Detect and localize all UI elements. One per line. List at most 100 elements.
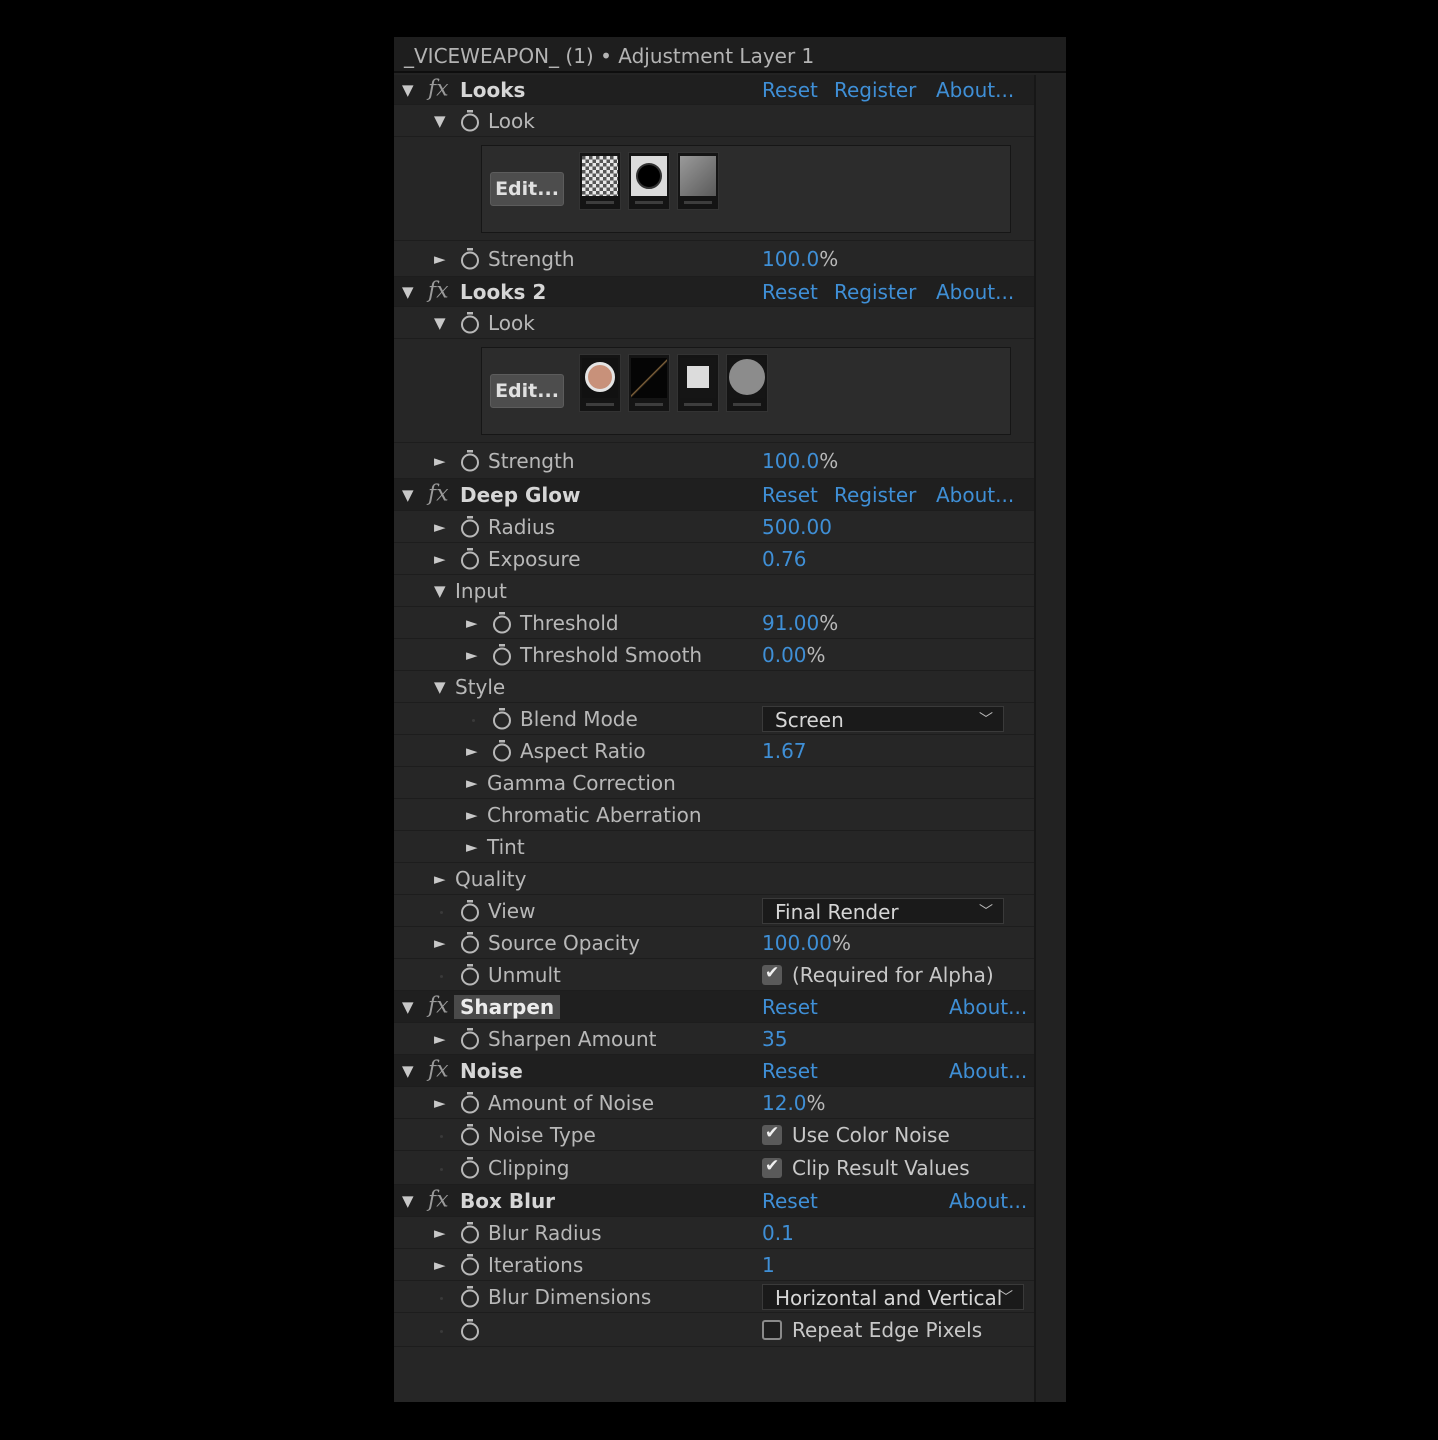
group-label[interactable]: Quality [455, 867, 526, 891]
stopwatch-icon[interactable] [460, 899, 480, 922]
param-value[interactable]: 100.0% [762, 449, 838, 473]
group-label[interactable]: Gamma Correction [487, 771, 676, 795]
checkbox-label[interactable]: Repeat Edge Pixels [792, 1318, 982, 1342]
twirl-open-icon[interactable]: ▼ [402, 998, 414, 1016]
twirl-closed-icon[interactable]: ► [434, 550, 446, 568]
fx-icon[interactable]: fx [428, 993, 449, 1018]
twirl-closed-icon[interactable]: ► [466, 774, 478, 792]
twirl-open-icon[interactable]: ▼ [402, 81, 414, 99]
fx-icon[interactable]: fx [428, 1057, 449, 1082]
checkbox-label[interactable]: (Required for Alpha) [792, 963, 994, 987]
stopwatch-icon[interactable] [492, 707, 512, 730]
param-value[interactable]: 100.0% [762, 247, 838, 271]
fx-icon[interactable]: fx [428, 481, 449, 506]
twirl-closed-icon[interactable]: ► [434, 1030, 446, 1048]
twirl-closed-icon[interactable]: ► [434, 250, 446, 268]
twirl-open-icon[interactable]: ▼ [402, 283, 414, 301]
look-thumbnail-checker[interactable] [579, 152, 621, 210]
stopwatch-icon[interactable] [460, 1318, 480, 1341]
group-label[interactable]: Input [455, 579, 507, 603]
register-link[interactable]: Register [834, 483, 916, 507]
stopwatch-icon[interactable] [460, 449, 480, 472]
edit-look-button[interactable]: Edit... [490, 172, 564, 206]
fx-icon[interactable]: fx [428, 278, 449, 303]
stopwatch-icon[interactable] [460, 963, 480, 986]
about-link[interactable]: About... [949, 1189, 1027, 1213]
param-value[interactable]: 0.76 [762, 547, 807, 571]
effect-name[interactable]: Sharpen [454, 994, 561, 1019]
twirl-closed-icon[interactable]: ► [434, 1094, 446, 1112]
stopwatch-icon[interactable] [460, 931, 480, 954]
reset-link[interactable]: Reset [762, 1189, 818, 1213]
clip-result-checkbox[interactable]: ✔ [762, 1156, 782, 1178]
twirl-closed-icon[interactable]: ► [434, 1256, 446, 1274]
twirl-open-icon[interactable]: ▼ [434, 678, 446, 696]
twirl-closed-icon[interactable]: ► [466, 614, 478, 632]
look-thumbnail-vignette[interactable] [628, 152, 670, 210]
checkbox-label[interactable]: Use Color Noise [792, 1123, 950, 1147]
param-value[interactable]: 35 [762, 1027, 787, 1051]
twirl-closed-icon[interactable]: ► [466, 646, 478, 664]
look-thumbnail-square[interactable] [677, 354, 719, 412]
stopwatch-icon[interactable] [460, 1123, 480, 1146]
twirl-closed-icon[interactable]: ► [434, 934, 446, 952]
fx-icon[interactable]: fx [428, 76, 449, 101]
twirl-closed-icon[interactable]: ► [434, 452, 446, 470]
param-value[interactable]: 1.67 [762, 739, 807, 763]
view-dropdown[interactable]: Final Render ﹀ [762, 897, 1004, 924]
unmult-checkbox[interactable]: ✔ [762, 963, 782, 985]
param-value[interactable]: 91.00% [762, 611, 838, 635]
about-link[interactable]: About... [936, 280, 1014, 304]
blend-mode-dropdown[interactable]: Screen ﹀ [762, 705, 1004, 732]
about-link[interactable]: About... [949, 1059, 1027, 1083]
twirl-open-icon[interactable]: ▼ [402, 1062, 414, 1080]
stopwatch-icon[interactable] [460, 1091, 480, 1114]
effect-name[interactable]: Looks [460, 78, 525, 102]
twirl-closed-icon[interactable]: ► [466, 838, 478, 856]
param-value[interactable]: 0.00% [762, 643, 826, 667]
fx-icon[interactable]: fx [428, 1187, 449, 1212]
twirl-closed-icon[interactable]: ► [434, 518, 446, 536]
stopwatch-icon[interactable] [460, 1156, 480, 1179]
stopwatch-icon[interactable] [460, 1253, 480, 1276]
look-thumbnail-gradient[interactable] [677, 152, 719, 210]
checkbox-label[interactable]: Clip Result Values [792, 1156, 970, 1180]
about-link[interactable]: About... [949, 995, 1027, 1019]
effect-name[interactable]: Noise [460, 1059, 523, 1083]
param-value[interactable]: 100.00% [762, 931, 851, 955]
register-link[interactable]: Register [834, 78, 916, 102]
stopwatch-icon[interactable] [492, 643, 512, 666]
stopwatch-icon[interactable] [460, 109, 480, 132]
twirl-open-icon[interactable]: ▼ [434, 314, 446, 332]
twirl-open-icon[interactable]: ▼ [434, 112, 446, 130]
stopwatch-icon[interactable] [460, 1285, 480, 1308]
twirl-closed-icon[interactable]: ► [434, 870, 446, 888]
repeat-edge-checkbox[interactable] [762, 1319, 782, 1340]
stopwatch-icon[interactable] [460, 515, 480, 538]
look-thumbnail-streak[interactable] [628, 354, 670, 412]
register-link[interactable]: Register [834, 280, 916, 304]
effect-name[interactable]: Box Blur [460, 1189, 555, 1213]
twirl-closed-icon[interactable]: ► [466, 742, 478, 760]
twirl-closed-icon[interactable]: ► [466, 806, 478, 824]
look-thumbnail-skin[interactable] [579, 354, 621, 412]
twirl-open-icon[interactable]: ▼ [402, 486, 414, 504]
scrollbar[interactable] [1034, 75, 1066, 1402]
reset-link[interactable]: Reset [762, 995, 818, 1019]
twirl-open-icon[interactable]: ▼ [402, 1192, 414, 1210]
color-noise-checkbox[interactable]: ✔ [762, 1123, 782, 1145]
effect-name[interactable]: Deep Glow [460, 483, 581, 507]
reset-link[interactable]: Reset [762, 1059, 818, 1083]
param-value[interactable]: 12.0% [762, 1091, 826, 1115]
stopwatch-icon[interactable] [460, 547, 480, 570]
look-thumbnail-circle[interactable] [726, 354, 768, 412]
param-value[interactable]: 1 [762, 1253, 775, 1277]
group-label[interactable]: Style [455, 675, 505, 699]
about-link[interactable]: About... [936, 483, 1014, 507]
param-value[interactable]: 500.00 [762, 515, 832, 539]
effect-name[interactable]: Looks 2 [460, 280, 546, 304]
group-label[interactable]: Chromatic Aberration [487, 803, 702, 827]
stopwatch-icon[interactable] [460, 1027, 480, 1050]
twirl-open-icon[interactable]: ▼ [434, 582, 446, 600]
about-link[interactable]: About... [936, 78, 1014, 102]
